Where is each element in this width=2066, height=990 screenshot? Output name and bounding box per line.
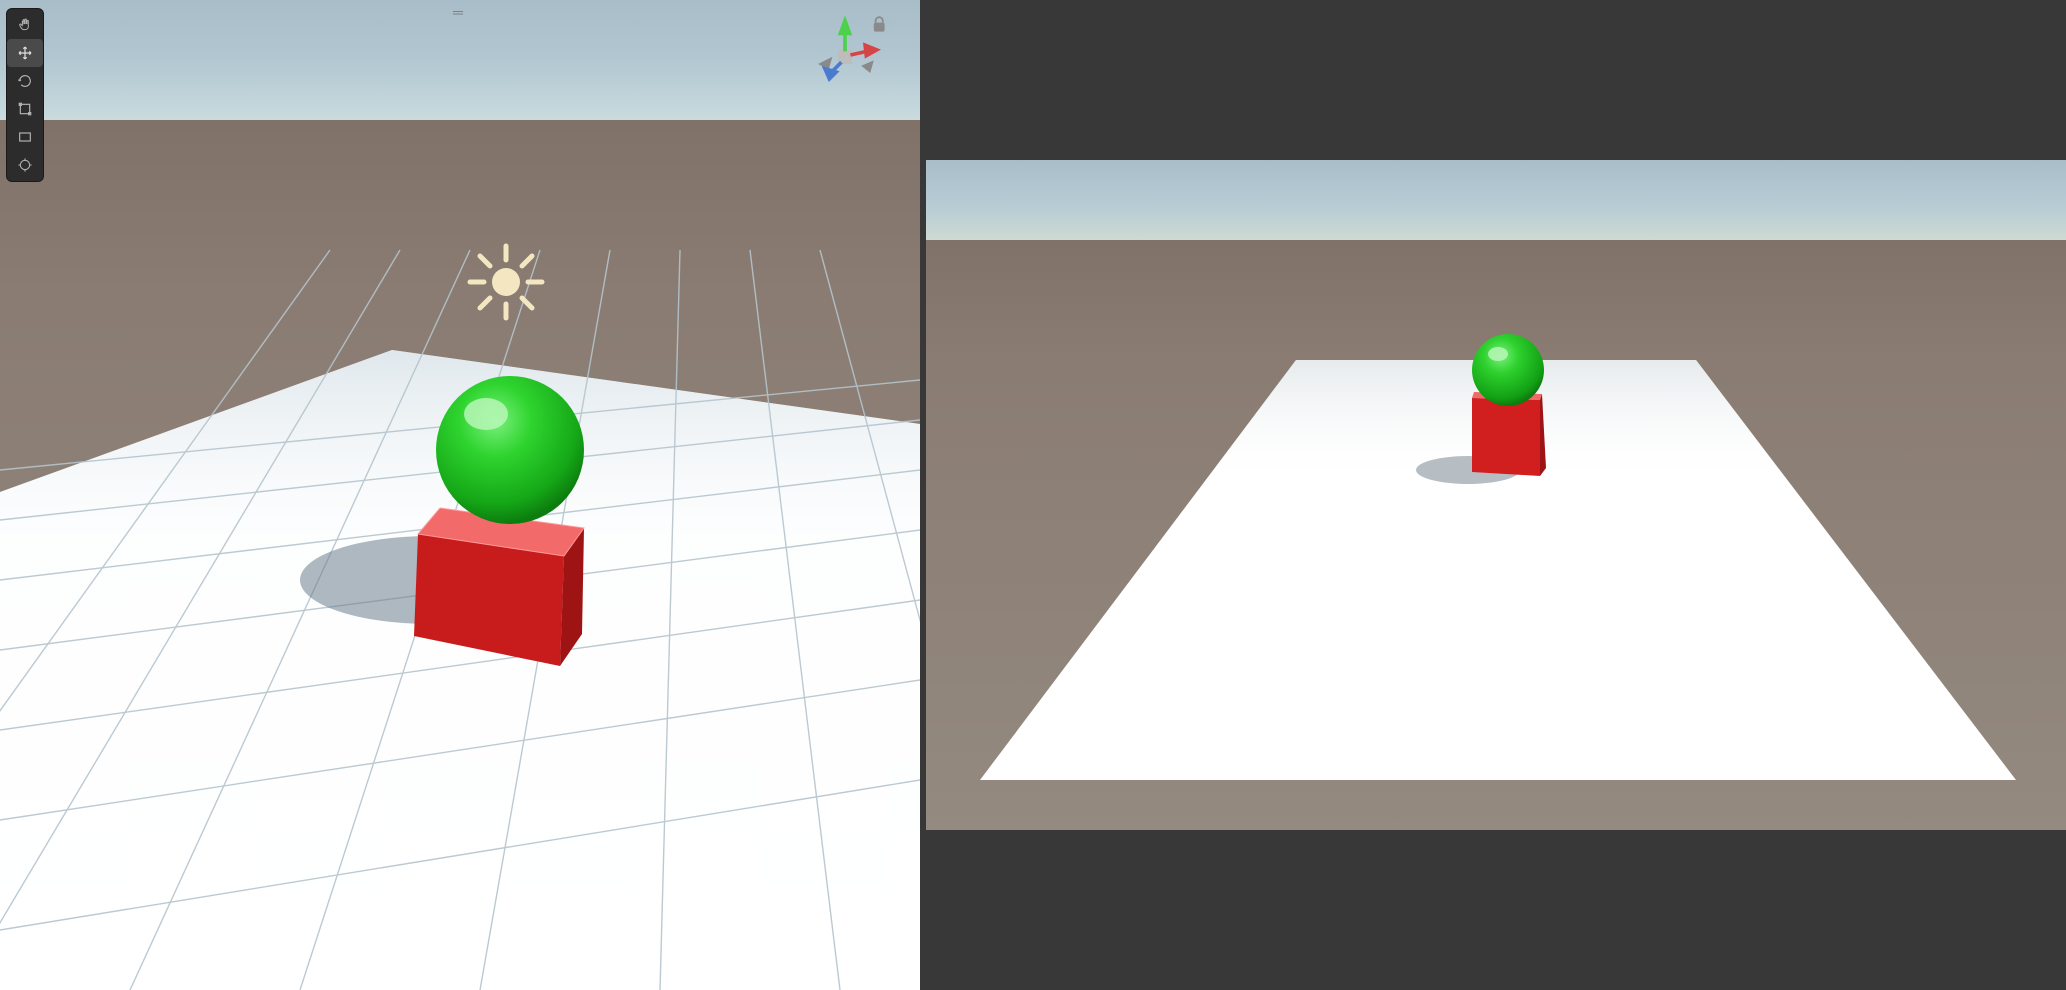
scale-icon — [17, 101, 33, 117]
scene-sphere-object[interactable] — [436, 376, 584, 524]
scene-view-drag-handle[interactable]: ═ — [453, 4, 467, 20]
gizmo-lock-icon[interactable] — [874, 17, 885, 31]
game-sphere-object — [1472, 334, 1544, 406]
hand-icon — [17, 17, 33, 33]
gizmo-x-axis[interactable] — [850, 42, 881, 58]
scene-cube-object[interactable] — [414, 508, 584, 666]
game-render-area — [926, 160, 2066, 830]
scene-orientation-gizmo[interactable] — [800, 10, 890, 100]
directional-light-gizmo[interactable] — [466, 242, 546, 322]
move-tool-button[interactable] — [7, 39, 43, 67]
rect-icon — [17, 129, 33, 145]
transform-icon — [17, 157, 33, 173]
rotate-tool-button[interactable] — [7, 67, 43, 95]
move-icon — [17, 45, 33, 61]
game-letterbox-top — [926, 0, 2066, 160]
scene-tool-palette — [6, 8, 44, 182]
scene-view-panel[interactable]: ═ — [0, 0, 926, 990]
game-letterbox-bottom — [926, 830, 2066, 990]
gizmo-y-axis[interactable] — [838, 15, 852, 51]
sun-icon — [466, 242, 546, 322]
hand-tool-button[interactable] — [7, 11, 43, 39]
game-view-panel[interactable] — [926, 0, 2066, 990]
scale-tool-button[interactable] — [7, 95, 43, 123]
transform-tool-button[interactable] — [7, 151, 43, 179]
rect-tool-button[interactable] — [7, 123, 43, 151]
rotate-icon — [17, 73, 33, 89]
